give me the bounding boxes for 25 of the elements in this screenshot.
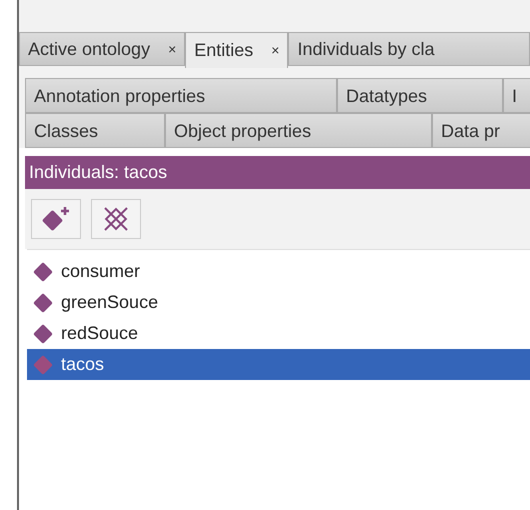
panel-title: Individuals: tacos xyxy=(25,156,530,189)
close-button[interactable]: × xyxy=(168,38,176,60)
tab[interactable]: Object properties xyxy=(165,113,432,148)
close-button[interactable]: × xyxy=(271,40,280,61)
list-item[interactable]: greenSouce xyxy=(27,287,530,318)
tab[interactable]: Individuals by cla xyxy=(288,32,530,66)
tab[interactable]: Datatypes xyxy=(337,78,503,113)
tab-label: Active ontology xyxy=(28,38,150,61)
list-item[interactable]: redSouce xyxy=(27,318,530,349)
list-item[interactable]: consumer xyxy=(27,256,530,287)
item-label: consumer xyxy=(61,260,140,283)
item-label: greenSouce xyxy=(61,291,158,314)
list-item[interactable]: tacos xyxy=(27,349,530,380)
tab[interactable]: Data pr xyxy=(432,113,530,148)
tab[interactable]: Active ontology × xyxy=(19,32,186,66)
delete-individual-button[interactable] xyxy=(91,199,141,239)
add-individual-button[interactable] xyxy=(31,199,81,239)
item-label: tacos xyxy=(61,353,104,376)
tab-label: Individuals by cla xyxy=(297,38,435,61)
tab[interactable]: Annotation properties xyxy=(25,78,337,113)
tab[interactable]: Entities × xyxy=(185,32,288,68)
tab[interactable]: I xyxy=(503,78,530,113)
item-label: redSouce xyxy=(61,322,138,345)
tab-label: Entities xyxy=(194,39,254,62)
tab[interactable]: Classes xyxy=(25,113,165,148)
